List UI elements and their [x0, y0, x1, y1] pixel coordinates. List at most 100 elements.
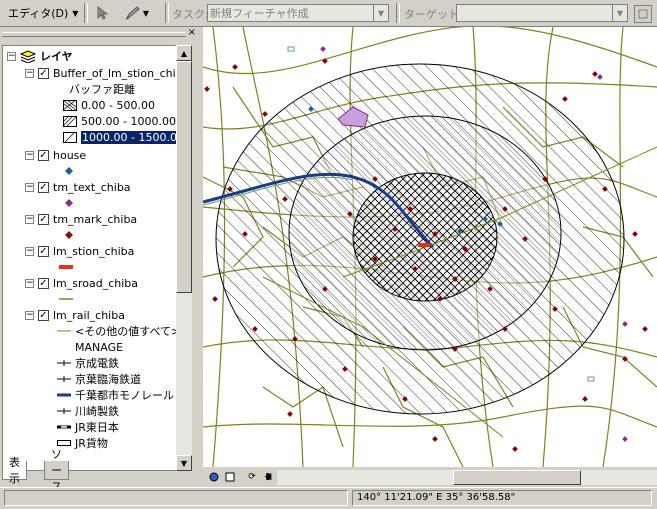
- layer-name: tm_text_chiba: [53, 180, 131, 194]
- collapse-icon[interactable]: −: [25, 150, 34, 160]
- chevron-down-icon: ▼: [72, 8, 79, 18]
- scroll-left-icon[interactable]: ◀: [261, 470, 275, 484]
- buffer-rings: [215, 63, 625, 415]
- legend-title: バッファ距離: [69, 81, 135, 97]
- layer-name: tm_mark_chiba: [53, 212, 138, 226]
- legend-item: 1000.00 - 1500.00: [63, 129, 177, 145]
- legend-label: <その他の値すべて>: [75, 325, 178, 338]
- layer-checkbox[interactable]: ✓: [38, 309, 49, 321]
- editor-toolbar: エディタ(D) ▼ ▼ タスク: 新規フィーチャ作成 ▼ ターゲット: ▼: [0, 0, 657, 27]
- toolbar-separator: [396, 3, 400, 23]
- table-of-contents: × − レイヤ − ✓ Buffer_of_lm_stion_chil バッファ…: [0, 27, 200, 508]
- toc-vertical-scrollbar[interactable]: ▲ ▼: [176, 45, 192, 471]
- hatch-swatch-icon: [63, 115, 77, 127]
- collapse-icon[interactable]: −: [25, 246, 34, 256]
- legend-item: 京成電鉄: [57, 355, 119, 371]
- collapse-icon[interactable]: −: [25, 214, 34, 224]
- tab-source[interactable]: ソース: [44, 448, 69, 493]
- scroll-track[interactable]: ◀: [265, 470, 657, 485]
- legend-symbol: [59, 259, 73, 275]
- editor-menu-button[interactable]: エディタ(D) ▼: [4, 3, 82, 23]
- target-select[interactable]: ▼: [456, 4, 628, 22]
- legend-label: 川崎製鉄: [75, 405, 119, 418]
- legend-label: MANAGE: [75, 340, 124, 354]
- chevron-down-icon: ▼: [142, 8, 150, 18]
- legend-label: 500.00 - 1000.00: [81, 114, 176, 128]
- station-line-icon: [59, 265, 73, 269]
- layer-item[interactable]: − ✓ lm_stion_chiba: [25, 243, 134, 259]
- refresh-icon[interactable]: ⟳: [245, 470, 259, 484]
- collapse-icon[interactable]: −: [25, 278, 34, 288]
- layer-root[interactable]: − レイヤ: [7, 48, 73, 64]
- legend-item: JR貨物: [57, 435, 108, 451]
- layer-checkbox[interactable]: ✓: [38, 149, 49, 161]
- layer-item[interactable]: − ✓ house: [25, 147, 86, 163]
- collapse-icon[interactable]: −: [25, 310, 34, 320]
- layer-name: lm_stion_chiba: [53, 244, 135, 258]
- legend-label: JR貨物: [75, 437, 108, 450]
- collapse-icon[interactable]: −: [25, 68, 34, 78]
- legend-symbol: [65, 227, 73, 243]
- collapse-icon[interactable]: −: [7, 51, 16, 61]
- toc-grip[interactable]: [2, 32, 186, 37]
- scroll-up-icon[interactable]: ▲: [176, 45, 192, 61]
- layer-checkbox[interactable]: ✓: [38, 245, 49, 257]
- legend-item: 500.00 - 1000.00: [63, 113, 176, 129]
- layer-name: lm_rail_chiba: [53, 308, 125, 322]
- layer-item[interactable]: − ✓ tm_mark_chiba: [25, 211, 137, 227]
- legend-symbol: [59, 291, 73, 307]
- rail-tick-icon: [57, 408, 71, 414]
- map-view[interactable]: [203, 27, 657, 467]
- tab-display-label: 表示: [9, 456, 20, 485]
- station-marker[interactable]: [418, 243, 430, 247]
- chevron-down-icon: ▼: [612, 5, 627, 21]
- legend-item: 千葉都市モノレール: [57, 387, 174, 403]
- legend-title-label: バッファ距離: [69, 83, 135, 96]
- layer-checkbox[interactable]: ✓: [38, 213, 49, 225]
- task-select[interactable]: 新規フィーチャ作成 ▼: [207, 4, 389, 22]
- layer-name: Buffer_of_lm_stion_chil: [53, 66, 178, 80]
- sketch-tool-icon[interactable]: ▼: [122, 4, 152, 22]
- rail-tick-icon: [57, 376, 71, 382]
- legend-item: <その他の値すべて>: [57, 323, 178, 339]
- edit-tool-icon[interactable]: [93, 4, 111, 22]
- road-line-icon: [59, 298, 73, 300]
- target-label: ターゲット:: [404, 8, 463, 21]
- layout-view-icon[interactable]: [223, 470, 237, 484]
- tab-display[interactable]: 表示: [2, 456, 27, 485]
- layer-checkbox[interactable]: ✓: [38, 277, 49, 289]
- scroll-thumb[interactable]: [176, 61, 192, 293]
- task-label: タスク:: [172, 8, 209, 21]
- toolbar-separator: [165, 3, 169, 23]
- layer-item[interactable]: − ✓ lm_sroad_chiba: [25, 275, 138, 291]
- attributes-icon[interactable]: [634, 5, 652, 23]
- layer-checkbox[interactable]: ✓: [38, 181, 49, 193]
- toolbar-separator: [84, 3, 88, 23]
- layer-item[interactable]: − ✓ tm_text_chiba: [25, 179, 131, 195]
- legend-symbol: [65, 195, 73, 211]
- legend-symbol: [65, 163, 73, 179]
- layer-name: house: [53, 148, 87, 162]
- layer-root-label: レイヤ: [40, 50, 73, 63]
- legend-item: 川崎製鉄: [57, 403, 119, 419]
- close-icon[interactable]: ×: [188, 27, 196, 38]
- scroll-thumb[interactable]: [453, 470, 581, 485]
- task-select-value: 新規フィーチャ作成: [210, 7, 309, 20]
- map-canvas[interactable]: [203, 27, 657, 467]
- legend-label: 京成電鉄: [75, 357, 119, 370]
- layer-item[interactable]: − ✓ lm_rail_chiba: [25, 307, 125, 323]
- coordinate-readout: 140° 11'21.09" E 35° 36'58.58": [352, 490, 652, 506]
- monorail-line-icon: [57, 393, 71, 397]
- legend-label: 京葉臨海鉄道: [75, 373, 141, 386]
- rail-tick-icon: [57, 360, 71, 366]
- layer-tree: − レイヤ − ✓ Buffer_of_lm_stion_chil バッファ距離…: [2, 45, 178, 471]
- scroll-down-icon[interactable]: ▼: [176, 455, 192, 471]
- globe-icon[interactable]: [207, 470, 221, 484]
- jr-line-icon: [57, 425, 71, 429]
- legend-label: JR東日本: [75, 421, 119, 434]
- collapse-icon[interactable]: −: [25, 182, 34, 192]
- layer-checkbox[interactable]: ✓: [38, 67, 49, 79]
- legend-item: 京葉臨海鉄道: [57, 371, 141, 387]
- layer-item[interactable]: − ✓ Buffer_of_lm_stion_chil: [25, 65, 178, 81]
- legend-item: JR東日本: [57, 419, 119, 435]
